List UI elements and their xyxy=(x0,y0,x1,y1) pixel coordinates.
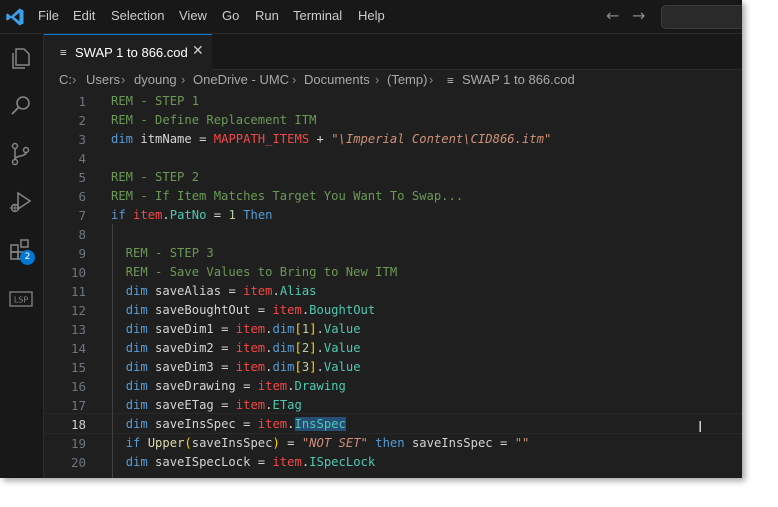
line-number: 3 xyxy=(78,132,86,147)
chevron-right-icon: › xyxy=(121,72,126,87)
chevron-right-icon: › xyxy=(72,72,77,87)
menu-go[interactable]: Go xyxy=(222,8,239,23)
menu-view[interactable]: View xyxy=(179,8,207,23)
code-line: dim itmName = MAPPATH_ITEMS + "\Imperial… xyxy=(111,132,552,146)
chevron-right-icon: › xyxy=(375,72,380,87)
activity-bar: 2 LSP xyxy=(0,34,44,478)
menu-help[interactable]: Help xyxy=(358,8,385,23)
code-line: REM - If Item Matches Target You Want To… xyxy=(111,189,464,203)
line-number: 15 xyxy=(70,360,86,375)
code-line: dim saveETag = item.ETag xyxy=(125,398,302,412)
line-number: 11 xyxy=(70,284,86,299)
menu-selection[interactable]: Selection xyxy=(111,8,164,23)
run-debug-icon[interactable] xyxy=(7,188,35,216)
source-control-icon[interactable] xyxy=(7,140,35,168)
chevron-right-icon: › xyxy=(429,72,434,87)
code-line: if Upper(saveInsSpec) = "NOT SET" then s… xyxy=(125,436,530,450)
title-bar: File Edit Selection View Go Run Terminal… xyxy=(0,0,742,34)
file-lines-icon: ≡ xyxy=(60,46,67,59)
command-center-search[interactable] xyxy=(661,5,742,29)
code-line: dim saveAlias = item.Alias xyxy=(125,284,317,298)
extensions-badge: 2 xyxy=(20,250,35,265)
line-number: 12 xyxy=(70,303,86,318)
code-line: REM - Define Replacement ITM xyxy=(111,113,317,127)
line-number: 8 xyxy=(78,227,86,242)
line-number: 14 xyxy=(70,341,86,356)
code-line: REM - Save Values to Bring to New ITM xyxy=(111,265,398,279)
line-number: 19 xyxy=(70,436,86,451)
line-number: 5 xyxy=(78,170,86,185)
code-line: dim saveISpecLock = item.ISpecLock xyxy=(125,455,376,469)
tab-swap-file[interactable]: ≡ SWAP 1 to 866.cod ✕ xyxy=(44,34,212,70)
line-number: 17 xyxy=(70,398,86,413)
chevron-right-icon: › xyxy=(181,72,186,87)
code-line: dim saveBoughtOut = item.BoughtOut xyxy=(125,303,376,317)
text-cursor-icon: I xyxy=(698,418,703,436)
tab-bar: ≡ SWAP 1 to 866.cod ✕ xyxy=(44,34,742,70)
code-line: REM - STEP 2 xyxy=(111,170,200,184)
code-line: dim saveDim3 = item.dim[3].Value xyxy=(125,360,361,374)
line-number: 18 xyxy=(70,417,86,432)
explorer-icon[interactable] xyxy=(7,44,35,72)
breadcrumb: C: › Users › dyoung › OneDrive - UMC › D… xyxy=(44,70,742,92)
menu-edit[interactable]: Edit xyxy=(73,8,95,23)
breadcrumb-item[interactable]: dyoung xyxy=(134,72,177,87)
code-line: dim saveDim2 = item.dim[2].Value xyxy=(125,341,361,355)
back-arrow-icon[interactable]: ← xyxy=(606,6,619,25)
vscode-window: File Edit Selection View Go Run Terminal… xyxy=(0,0,742,478)
code-line: dim saveInsSpec = item.InsSpec xyxy=(125,417,346,431)
forward-arrow-icon[interactable]: → xyxy=(632,6,645,25)
close-icon[interactable]: ✕ xyxy=(192,43,204,59)
chevron-right-icon: › xyxy=(292,72,297,87)
lsp-icon[interactable]: LSP xyxy=(7,285,35,313)
vscode-logo-icon xyxy=(6,8,24,26)
code-editor[interactable]: 1 REM - STEP 1 2 REM - Define Replacemen… xyxy=(44,92,742,478)
code-line: dim saveDrawing = item.Drawing xyxy=(125,379,346,393)
svg-text:LSP: LSP xyxy=(14,296,29,305)
code-line: dim saveDim1 = item.dim[1].Value xyxy=(125,322,361,336)
line-number: 4 xyxy=(78,151,86,166)
breadcrumb-item[interactable]: SWAP 1 to 866.cod xyxy=(462,72,575,87)
line-number: 10 xyxy=(70,265,86,280)
line-number: 6 xyxy=(78,189,86,204)
file-lines-icon: ≡ xyxy=(447,74,454,87)
line-number: 1 xyxy=(78,94,86,109)
line-number: 2 xyxy=(78,113,86,128)
breadcrumb-item[interactable]: (Temp) xyxy=(387,72,427,87)
line-number: 7 xyxy=(78,208,86,223)
code-line: if item.PatNo = 1 Then xyxy=(111,208,273,222)
line-number: 20 xyxy=(70,455,86,470)
breadcrumb-item[interactable]: C: xyxy=(59,72,72,87)
breadcrumb-item[interactable]: Users xyxy=(86,72,120,87)
menu-terminal[interactable]: Terminal xyxy=(293,8,342,23)
menu-file[interactable]: File xyxy=(38,8,59,23)
search-icon[interactable] xyxy=(7,92,35,120)
line-number: 16 xyxy=(70,379,86,394)
tab-label: SWAP 1 to 866.cod xyxy=(75,45,188,60)
code-line: REM - STEP 3 xyxy=(111,246,214,260)
line-number: 9 xyxy=(78,246,86,261)
code-line: REM - STEP 1 xyxy=(111,94,200,108)
breadcrumb-item[interactable]: Documents xyxy=(304,72,370,87)
line-number: 13 xyxy=(70,322,86,337)
breadcrumb-item[interactable]: OneDrive - UMC xyxy=(193,72,289,87)
menu-run[interactable]: Run xyxy=(255,8,279,23)
